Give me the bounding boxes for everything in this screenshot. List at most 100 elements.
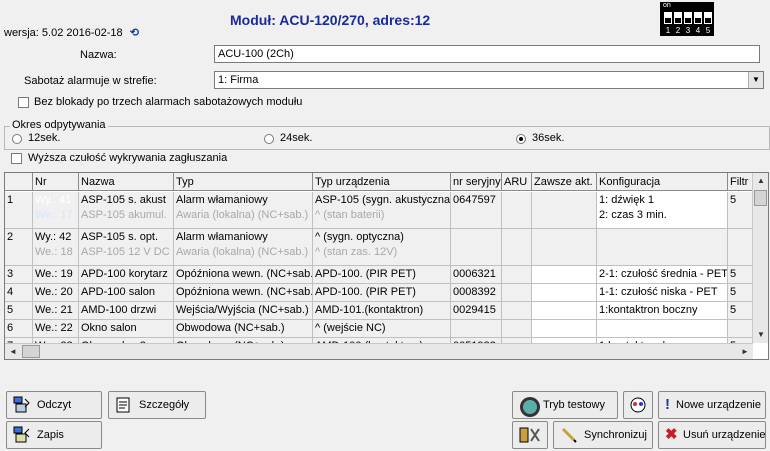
- table-cell-filtr[interactable]: 5: [728, 266, 753, 284]
- table-cell-konf[interactable]: [597, 229, 728, 266]
- table-cell-urz[interactable]: APD-100. (PIR PET): [313, 284, 451, 302]
- table-cell-nazwa[interactable]: Okno salon: [79, 320, 174, 338]
- table-cell-nr[interactable]: We.: 20: [33, 284, 79, 302]
- table-cell-nr[interactable]: We.: 22: [33, 320, 79, 338]
- table-cell-typ[interactable]: Alarm włamaniowy Awaria (lokalna) (NC+sab…: [174, 192, 313, 229]
- column-header[interactable]: Typ: [174, 173, 313, 191]
- table-cell-serial[interactable]: 0647597: [451, 192, 502, 229]
- write-icon: [13, 426, 31, 444]
- new-device-button[interactable]: ! Nowe urządzenie: [658, 391, 766, 419]
- table-cell-aru[interactable]: [502, 192, 532, 229]
- column-header[interactable]: Zawsze akt.: [532, 173, 597, 191]
- no-block-checkbox[interactable]: [18, 97, 29, 108]
- table-cell-filtr[interactable]: [728, 320, 753, 338]
- table-cell-nazwa[interactable]: APD-100 salon: [79, 284, 174, 302]
- table-cell-idx[interactable]: 2: [5, 229, 33, 266]
- table-cell-serial[interactable]: [451, 229, 502, 266]
- table-cell-typ[interactable]: Wejścia/Wyjścia (NC+sab.): [174, 302, 313, 320]
- table-cell-filtr[interactable]: [728, 229, 753, 266]
- scroll-right-icon[interactable]: ►: [737, 344, 753, 359]
- table-cell-idx[interactable]: 4: [5, 284, 33, 302]
- table-cell-zawsze[interactable]: [532, 266, 597, 284]
- table-cell-konf[interactable]: 1: dźwięk 1 2: czas 3 min.: [597, 192, 728, 229]
- table-cell-idx[interactable]: 1: [5, 192, 33, 229]
- table-cell-urz[interactable]: AMD-101.(kontaktron): [313, 302, 451, 320]
- remove-device-button[interactable]: ✖ Usuń urządzenie: [658, 421, 766, 449]
- table-cell-nazwa[interactable]: APD-100 korytarz: [79, 266, 174, 284]
- polling-12s-radio[interactable]: [12, 134, 22, 144]
- table-cell-typ[interactable]: Obwodowa (NC+sab.): [174, 320, 313, 338]
- chevron-down-icon[interactable]: ▼: [748, 72, 763, 88]
- table-cell-typ[interactable]: Alarm włamaniowy Awaria (lokalna) (NC+sab…: [174, 229, 313, 266]
- dip-number: 1: [665, 26, 671, 35]
- tools-button[interactable]: [512, 421, 548, 449]
- read-button[interactable]: Odczyt: [6, 391, 102, 419]
- table-cell-idx[interactable]: 3: [5, 266, 33, 284]
- table-cell-idx[interactable]: 6: [5, 320, 33, 338]
- table-cell-filtr[interactable]: 5: [728, 284, 753, 302]
- table-cell-filtr[interactable]: 5: [728, 302, 753, 320]
- table-cell-zawsze[interactable]: [532, 284, 597, 302]
- scroll-up-icon[interactable]: ▲: [753, 173, 768, 189]
- scroll-thumb[interactable]: [22, 345, 40, 358]
- table-cell-urz[interactable]: ASP-105 (sygn. akustyczna) ^ (stan bateri…: [313, 192, 451, 229]
- scroll-thumb[interactable]: [754, 190, 767, 206]
- table-cell-typ[interactable]: Opóźniona wewn. (NC+sab.): [174, 284, 313, 302]
- cell-line: ASP-105 s. akust: [81, 194, 166, 206]
- table-cell-konf[interactable]: 1-1: czułość niska - PET: [597, 284, 728, 302]
- signal-test-button[interactable]: [623, 391, 653, 419]
- table-cell-urz[interactable]: ^ (sygn. optyczna) ^ (stan zas. 12V): [313, 229, 451, 266]
- refresh-icon[interactable]: ⟲: [130, 27, 139, 39]
- column-header[interactable]: Konfiguracja: [597, 173, 728, 191]
- column-header[interactable]: Typ urządzenia: [313, 173, 451, 191]
- test-mode-button[interactable]: Tryb testowy: [512, 391, 618, 419]
- table-cell-zawsze[interactable]: [532, 192, 597, 229]
- table-cell-typ[interactable]: Opóźniona wewn. (NC+sab.): [174, 266, 313, 284]
- table-cell-zawsze[interactable]: [532, 320, 597, 338]
- table-cell-konf[interactable]: 2-1: czułość średnia - PET: [597, 266, 728, 284]
- table-cell-serial[interactable]: [451, 320, 502, 338]
- name-field[interactable]: ACU-100 (2Ch): [214, 45, 760, 63]
- horizontal-scrollbar[interactable]: ◄ ►: [5, 343, 753, 359]
- table-cell-nazwa[interactable]: ASP-105 s. akust ASP-105 akumul.: [79, 192, 174, 229]
- table-cell-idx[interactable]: 5: [5, 302, 33, 320]
- dip-switch: [694, 12, 702, 24]
- table-cell-filtr[interactable]: 5: [728, 192, 753, 229]
- column-header[interactable]: Nr: [33, 173, 79, 191]
- table-cell-urz[interactable]: ^ (wejście NC): [313, 320, 451, 338]
- table-cell-nr[interactable]: We.: 19: [33, 266, 79, 284]
- table-cell-zawsze[interactable]: [532, 302, 597, 320]
- scroll-down-icon[interactable]: ▼: [753, 327, 768, 343]
- column-header[interactable]: Nazwa: [79, 173, 174, 191]
- vertical-scrollbar[interactable]: ▲ ▼: [752, 173, 768, 343]
- table-cell-nazwa[interactable]: AMD-100 drzwi: [79, 302, 174, 320]
- table-cell-aru[interactable]: [502, 266, 532, 284]
- details-button[interactable]: Szczegóły: [108, 391, 206, 419]
- column-header[interactable]: ARU: [502, 173, 532, 191]
- write-button[interactable]: Zapis: [6, 421, 102, 449]
- table-cell-nr[interactable]: Wy.: 42 We.: 18: [33, 229, 79, 266]
- table-cell-nazwa[interactable]: ASP-105 s. opt. ASP-105 12 V DC: [79, 229, 174, 266]
- table-cell-serial[interactable]: 0006321: [451, 266, 502, 284]
- table-cell-aru[interactable]: [502, 284, 532, 302]
- table-cell-aru[interactable]: [502, 229, 532, 266]
- polling-24s-radio[interactable]: [264, 134, 274, 144]
- table-cell-nr[interactable]: Wy.: 41 We.: 17: [33, 192, 79, 229]
- tamper-zone-select[interactable]: 1: Firma ▼: [214, 71, 764, 89]
- cell-line: ASP-105 (sygn. akustyczna): [315, 194, 451, 206]
- table-cell-serial[interactable]: 0029415: [451, 302, 502, 320]
- table-cell-aru[interactable]: [502, 302, 532, 320]
- column-header[interactable]: Filtr: [728, 173, 753, 191]
- polling-36s-radio[interactable]: [516, 134, 526, 144]
- scroll-left-icon[interactable]: ◄: [5, 344, 21, 359]
- table-cell-nr[interactable]: We.: 21: [33, 302, 79, 320]
- table-cell-zawsze[interactable]: [532, 229, 597, 266]
- column-header[interactable]: nr seryjny: [451, 173, 502, 191]
- table-cell-serial[interactable]: 0008392: [451, 284, 502, 302]
- table-cell-konf[interactable]: [597, 320, 728, 338]
- jam-sensitivity-checkbox[interactable]: [11, 153, 22, 164]
- table-cell-konf[interactable]: 1:kontaktron boczny: [597, 302, 728, 320]
- table-cell-urz[interactable]: APD-100. (PIR PET): [313, 266, 451, 284]
- synchronize-button[interactable]: Synchronizuj: [553, 421, 653, 449]
- table-cell-aru[interactable]: [502, 320, 532, 338]
